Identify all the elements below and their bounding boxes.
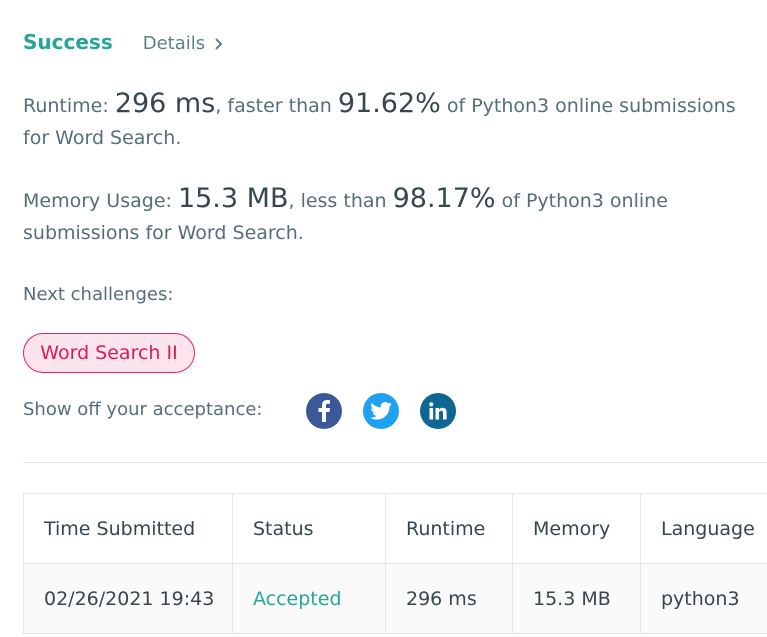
table-header-row: Time Submitted Status Runtime Memory Lan…: [23, 493, 767, 564]
cell-runtime: 296 ms: [385, 563, 513, 634]
memory-summary: Memory Usage: 15.3 MB, less than 98.17% …: [23, 183, 763, 249]
facebook-icon: [318, 400, 330, 422]
memory-value: 15.3 MB: [177, 183, 289, 214]
memory-middle: , less than: [288, 190, 393, 212]
next-challenges-label: Next challenges:: [23, 284, 174, 305]
status-success-title: Success: [23, 30, 113, 54]
twitter-share-button[interactable]: [363, 393, 399, 429]
chevron-right-icon: [215, 37, 223, 50]
memory-percent: 98.17%: [392, 183, 496, 214]
linkedin-share-button[interactable]: [420, 393, 456, 429]
runtime-prefix: Runtime:: [23, 95, 115, 117]
cell-language: python3: [640, 563, 767, 634]
runtime-value: 296 ms: [114, 88, 216, 119]
column-header-runtime: Runtime: [385, 493, 513, 564]
memory-prefix: Memory Usage:: [23, 190, 178, 212]
column-header-language: Language: [640, 493, 767, 564]
runtime-percent: 91.62%: [337, 88, 441, 119]
table-row: 02/26/2021 19:43 Accepted 296 ms 15.3 MB…: [23, 563, 767, 634]
column-header-status: Status: [232, 493, 386, 564]
cell-status-accepted-link[interactable]: Accepted: [232, 563, 386, 634]
details-label: Details: [142, 33, 206, 54]
submissions-table: Time Submitted Status Runtime Memory Lan…: [23, 493, 767, 634]
runtime-middle: , faster than: [215, 95, 338, 117]
cell-time-submitted: 02/26/2021 19:43: [23, 563, 233, 634]
twitter-icon: [370, 402, 392, 420]
result-header: Success Details: [23, 30, 225, 54]
section-divider: [23, 462, 767, 463]
share-label: Show off your acceptance:: [23, 399, 263, 420]
runtime-summary: Runtime: 296 ms, faster than 91.62% of P…: [23, 88, 763, 154]
column-header-memory: Memory: [512, 493, 641, 564]
cell-memory: 15.3 MB: [512, 563, 641, 634]
details-link[interactable]: Details: [143, 33, 225, 54]
challenge-word-search-ii-button[interactable]: Word Search II: [23, 333, 195, 373]
linkedin-icon: [429, 402, 447, 420]
column-header-time-submitted: Time Submitted: [23, 493, 233, 564]
facebook-share-button[interactable]: [306, 393, 342, 429]
